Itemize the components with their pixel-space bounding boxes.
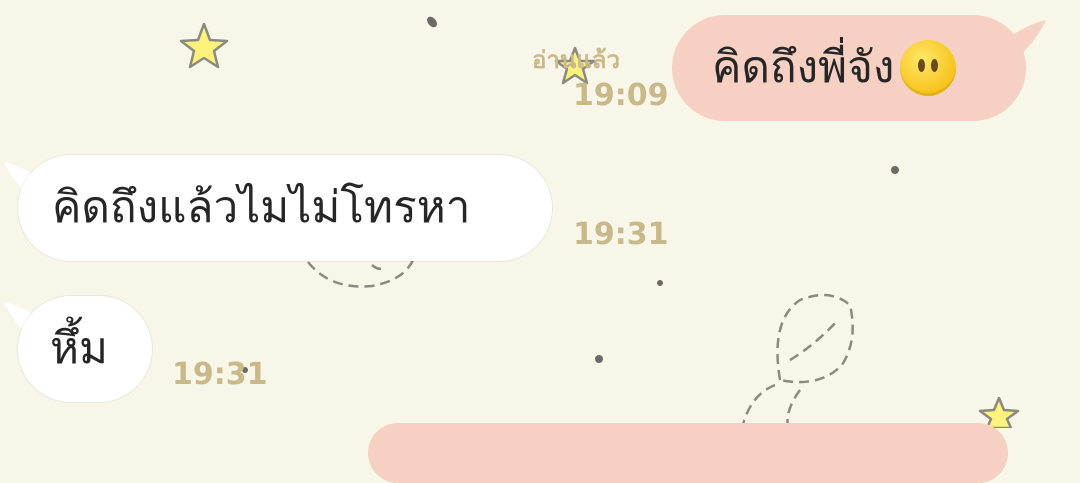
- message-bubble-incoming[interactable]: คิดถึงแล้วไมไม่โทรหา: [18, 155, 552, 261]
- star-icon: [179, 22, 229, 69]
- message-bubble-outgoing[interactable]: คิดถึงพี่จัง: [672, 15, 1026, 121]
- read-receipt: อ่านแล้ว: [532, 46, 620, 74]
- message-time: 19:31: [172, 357, 268, 392]
- message-bubble-incoming[interactable]: หึ้ม: [18, 296, 152, 402]
- neutral-face-icon: [900, 40, 957, 96]
- message-text: หึ้ม: [50, 323, 109, 374]
- message-bubble-outgoing[interactable]: [368, 423, 1008, 483]
- message-text: คิดถึงแล้วไมไม่โทรหา: [52, 182, 471, 233]
- message-time: 19:09: [573, 78, 669, 113]
- message-text: คิดถึงพี่จัง: [712, 42, 895, 93]
- message-time: 19:31: [573, 217, 669, 252]
